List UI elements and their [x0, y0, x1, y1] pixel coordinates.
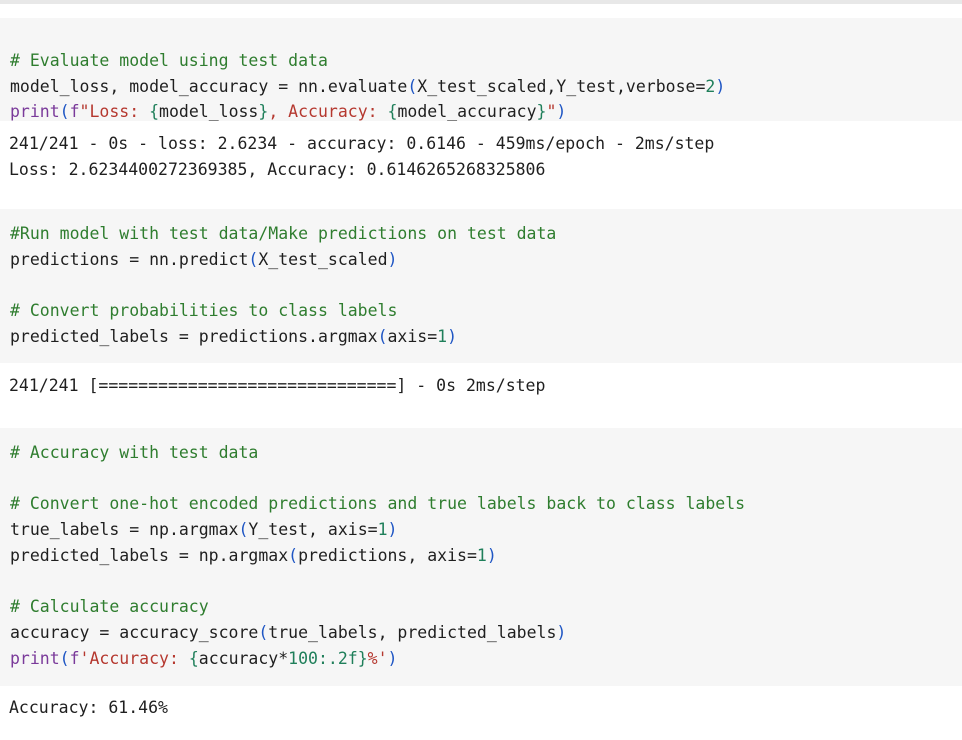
code-token: # Convert one-hot encoded predictions an… — [10, 494, 746, 514]
code-line: predicted_labels = np.argmax(predictions… — [10, 543, 962, 569]
code-token: ) — [715, 76, 726, 96]
code-token: predictions, axis= — [298, 545, 477, 565]
code-token: # Accuracy with test data — [10, 443, 259, 462]
code-token: 'Accuracy: — [79, 648, 189, 668]
code-token: model_accuracy — [397, 102, 537, 122]
code-token: ) — [387, 648, 398, 668]
output-line: Accuracy: 61.46% — [9, 698, 168, 717]
code-token: } — [536, 102, 547, 122]
output-line: 241/241 - 0s - loss: 2.6234 - accuracy: … — [9, 134, 715, 153]
code-token: print — [10, 648, 60, 668]
code-line: accuracy = accuracy_score(true_labels, p… — [10, 620, 962, 646]
code-token: %' — [367, 648, 388, 668]
code-token: predicted_labels = predictions.argmax — [10, 326, 378, 346]
code-token: 1 — [377, 520, 388, 540]
code-line: # Accuracy with test data — [10, 440, 962, 466]
code-token: ( — [407, 76, 418, 96]
code-token: ) — [387, 249, 398, 269]
output-cell-predict: 241/241 [==============================]… — [0, 363, 962, 428]
output-line: 241/241 [==============================]… — [9, 376, 546, 395]
code-line: print(f'Accuracy: {accuracy*100:.2f}%') — [10, 646, 962, 672]
code-token: ) — [486, 545, 497, 565]
code-token: true_labels, predicted_labels — [268, 622, 557, 642]
code-token: ( — [59, 102, 70, 122]
code-token: # Evaluate model using test data — [10, 51, 328, 70]
code-token: #Run model with test data/Make predictio… — [10, 224, 557, 243]
code-token: ) — [556, 622, 567, 642]
code-token: { — [387, 102, 398, 122]
code-token: { — [149, 102, 160, 122]
code-line: # Evaluate model using test data — [10, 48, 962, 74]
code-line: predicted_labels = predictions.argmax(ax… — [10, 324, 962, 350]
code-cell-evaluate[interactable]: # Evaluate model using test data model_lo… — [0, 18, 962, 121]
code-token: 2 — [705, 76, 716, 96]
code-token: accuracy = accuracy_score — [10, 622, 259, 642]
code-token: predicted_labels = np.argmax — [10, 545, 289, 565]
code-token: ) — [447, 326, 458, 346]
code-token: # Convert probabilities to class labels — [10, 301, 398, 321]
code-cell-predict[interactable]: #Run model with test data/Make predictio… — [0, 209, 962, 363]
code-token: print — [10, 102, 60, 122]
code-token: ( — [258, 622, 269, 642]
output-cell-evaluate: 241/241 - 0s - loss: 2.6234 - accuracy: … — [0, 121, 962, 209]
code-token: ( — [288, 545, 299, 565]
code-token: ( — [238, 520, 249, 540]
code-token: ( — [377, 326, 388, 346]
code-line: true_labels = np.argmax(Y_test, axis=1) — [10, 517, 962, 543]
code-token: " — [546, 102, 557, 122]
output-cell-accuracy: Accuracy: 61.46% — [0, 686, 962, 740]
code-token: } — [258, 102, 269, 122]
code-token: f — [69, 102, 80, 122]
code-token: f — [69, 648, 80, 668]
code-token: 100 — [288, 648, 318, 668]
code-line: # Convert one-hot encoded predictions an… — [10, 491, 962, 517]
code-token: true_labels = np.argmax — [10, 520, 239, 540]
code-line: predictions = nn.predict(X_test_scaled) — [10, 247, 962, 273]
output-line: Loss: 2.6234400272369385, Accuracy: 0.61… — [9, 159, 546, 179]
code-token: { — [188, 648, 199, 668]
code-token: model_loss — [159, 102, 259, 122]
code-line: # Convert probabilities to class labels — [10, 298, 962, 324]
code-cell-accuracy[interactable]: # Accuracy with test data # Convert one-h… — [0, 428, 962, 686]
code-token: ) — [387, 520, 398, 540]
code-line: model_loss, model_accuracy = nn.evaluate… — [10, 74, 962, 100]
code-token: accuracy* — [198, 648, 289, 668]
code-token: X_test_scaled — [258, 249, 388, 269]
code-token: # Calculate accuracy — [10, 597, 209, 617]
code-token: axis= — [387, 326, 438, 346]
code-token: , Accuracy: — [268, 102, 388, 122]
top-divider — [0, 0, 962, 4]
code-token: model_loss, model_accuracy = nn.evaluate — [10, 76, 408, 96]
code-token: 1 — [476, 545, 487, 565]
code-token: Y_test, axis= — [248, 520, 378, 540]
code-token: predictions = nn.predict — [10, 249, 249, 269]
code-token: ) — [556, 102, 567, 122]
code-token: ( — [59, 648, 70, 668]
code-token: 1 — [437, 326, 448, 346]
code-token: } — [357, 648, 368, 668]
code-token: ( — [248, 249, 259, 269]
code-line: # Calculate accuracy — [10, 594, 962, 620]
code-line: #Run model with test data/Make predictio… — [10, 221, 962, 247]
code-token: X_test_scaled,Y_test,verbose= — [417, 76, 706, 96]
code-token: "Loss: — [79, 102, 150, 122]
code-token: :.2f — [317, 648, 358, 668]
